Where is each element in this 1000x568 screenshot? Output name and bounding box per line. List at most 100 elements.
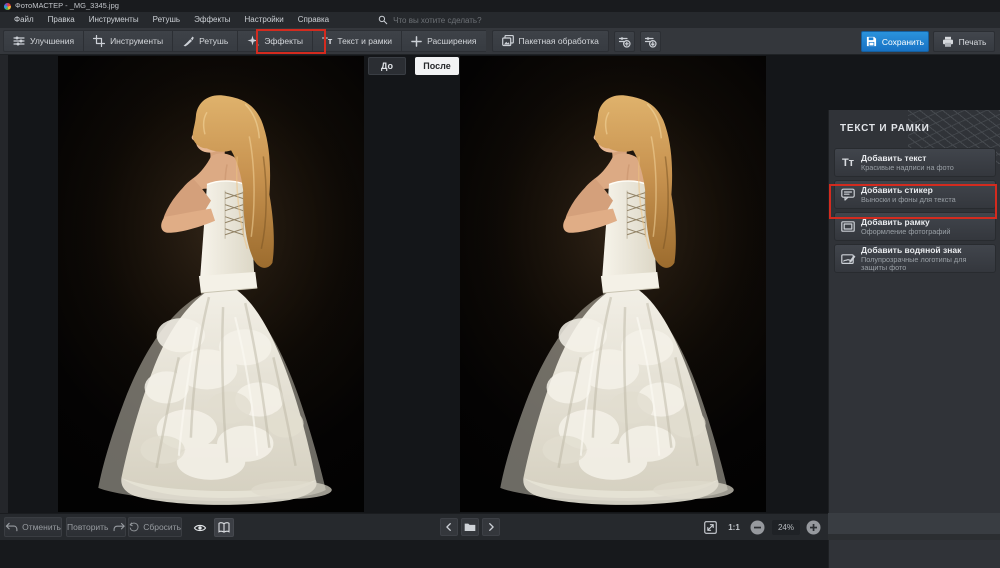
tab-label: Инструменты bbox=[110, 36, 163, 46]
fit-screen-icon bbox=[704, 521, 717, 534]
option-subtitle: Красивые надписи на фото bbox=[861, 164, 954, 172]
tab-batch-processing[interactable]: Пакетная обработка bbox=[492, 30, 609, 52]
option-subtitle: Оформление фотографий bbox=[861, 228, 950, 236]
folder-icon bbox=[464, 522, 476, 532]
canvas-edge bbox=[0, 55, 8, 513]
tab-label: Текст и рамки bbox=[337, 36, 392, 46]
batch-icon bbox=[502, 35, 514, 47]
wand-icon bbox=[247, 35, 259, 47]
photo-before[interactable] bbox=[58, 56, 364, 512]
chevron-left-icon bbox=[444, 522, 454, 532]
option-title: Добавить водяной знак bbox=[861, 246, 993, 255]
compare-pages-icon bbox=[218, 522, 230, 534]
redo-label: Повторить bbox=[67, 522, 109, 532]
app-logo-icon bbox=[4, 3, 11, 10]
tab-label: Улучшения bbox=[30, 36, 74, 46]
plus-icon bbox=[806, 520, 821, 535]
chevron-right-icon bbox=[486, 522, 496, 532]
option-add-text[interactable]: Tт Добавить текст Красивые надписи на фо… bbox=[834, 148, 996, 177]
panel-footer bbox=[828, 513, 1000, 540]
watermark-icon bbox=[835, 252, 861, 266]
panel-footer-edge bbox=[828, 534, 1000, 540]
option-title: Добавить стикер bbox=[861, 186, 956, 195]
panel-options: Tт Добавить текст Красивые надписи на фо… bbox=[834, 148, 996, 276]
menu-effects[interactable]: Эффекты bbox=[187, 12, 237, 28]
option-subtitle: Выноски и фоны для текста bbox=[861, 196, 956, 204]
bride-photo-illustration bbox=[58, 56, 364, 512]
sliders-icon bbox=[13, 35, 25, 47]
search-icon bbox=[378, 15, 388, 25]
toolbar: Улучшения Инструменты Ретушь Эффекты Tт … bbox=[0, 28, 1000, 55]
option-add-frame[interactable]: Добавить рамку Оформление фотографий bbox=[834, 212, 996, 241]
print-label: Печать bbox=[959, 37, 987, 47]
titlebar: ФотоМАСТЕР - _MG_3345.jpg bbox=[0, 0, 1000, 12]
sticker-icon bbox=[835, 188, 861, 201]
option-title: Добавить рамку bbox=[861, 218, 950, 227]
menu-settings[interactable]: Настройки bbox=[237, 12, 290, 28]
undo-label: Отменить bbox=[22, 522, 61, 532]
before-button[interactable]: До bbox=[368, 57, 406, 75]
tab-label: Эффекты bbox=[264, 36, 303, 46]
menubar: Файл Правка Инструменты Ретушь Эффекты Н… bbox=[0, 12, 1000, 28]
undo-button[interactable]: Отменить bbox=[4, 517, 62, 537]
plus-icon bbox=[411, 36, 422, 47]
menu-edit[interactable]: Правка bbox=[41, 12, 82, 28]
minus-icon bbox=[750, 520, 765, 535]
save-button[interactable]: Сохранить bbox=[861, 31, 929, 52]
zoom-level: 24% bbox=[772, 520, 800, 535]
preset-add-button[interactable] bbox=[614, 31, 635, 52]
canvas-area: До После ТЕКСТ И РАМКИ Tт Добавить текст… bbox=[0, 55, 1000, 513]
before-after-toggle: До После bbox=[368, 57, 459, 75]
tab-label: Пакетная обработка bbox=[519, 36, 599, 46]
reset-icon bbox=[129, 521, 139, 533]
menu-file[interactable]: Файл bbox=[7, 12, 41, 28]
panel-title: ТЕКСТ И РАМКИ bbox=[829, 110, 1000, 134]
photo-after[interactable] bbox=[460, 56, 766, 512]
preset-export-button[interactable] bbox=[640, 31, 661, 52]
crop-icon bbox=[93, 35, 105, 47]
search-box[interactable]: Что вы хотите сделать? bbox=[378, 15, 481, 25]
open-folder-button[interactable] bbox=[461, 518, 479, 536]
text-tool-icon: Tт bbox=[322, 36, 332, 47]
app-window: ФотоМАСТЕР - _MG_3345.jpg Файл Правка Ин… bbox=[0, 0, 1000, 540]
zoom-out-button[interactable] bbox=[750, 520, 765, 535]
show-original-button[interactable] bbox=[190, 518, 210, 537]
option-subtitle: Полупрозрачные логотипы для защиты фото bbox=[861, 256, 993, 272]
text-frames-panel: ТЕКСТ И РАМКИ Tт Добавить текст Красивые… bbox=[828, 110, 1000, 568]
bride-photo-illustration bbox=[460, 56, 766, 512]
redo-button[interactable]: Повторить bbox=[66, 517, 126, 537]
reset-button[interactable]: Сбросить bbox=[128, 517, 182, 537]
tab-label: Расширения bbox=[427, 36, 476, 46]
tab-label: Ретушь bbox=[199, 36, 228, 46]
compare-view-button[interactable] bbox=[214, 518, 234, 537]
prev-photo-button[interactable] bbox=[440, 518, 458, 536]
tab-enhancements[interactable]: Улучшения bbox=[3, 30, 83, 52]
frame-icon bbox=[835, 220, 861, 233]
tab-tools[interactable]: Инструменты bbox=[83, 30, 172, 52]
print-button[interactable]: Печать bbox=[933, 31, 995, 52]
tab-extensions[interactable]: Расширения bbox=[401, 30, 485, 52]
next-photo-button[interactable] bbox=[482, 518, 500, 536]
save-icon bbox=[866, 36, 877, 47]
fit-screen-button[interactable] bbox=[701, 518, 719, 537]
menu-retouch[interactable]: Ретушь bbox=[146, 12, 188, 28]
option-add-sticker[interactable]: Добавить стикер Выноски и фоны для текст… bbox=[834, 180, 996, 209]
tab-text-frames[interactable]: Tт Текст и рамки bbox=[312, 30, 401, 52]
add-text-icon: Tт bbox=[835, 157, 861, 169]
zoom-in-button[interactable] bbox=[806, 520, 821, 535]
reset-label: Сбросить bbox=[143, 522, 181, 532]
actual-size-button[interactable]: 1:1 bbox=[724, 520, 744, 535]
eye-icon bbox=[193, 522, 207, 534]
menu-tools[interactable]: Инструменты bbox=[82, 12, 146, 28]
option-add-watermark[interactable]: Добавить водяной знак Полупрозрачные лог… bbox=[834, 244, 996, 273]
search-placeholder: Что вы хотите сделать? bbox=[393, 16, 481, 25]
after-button[interactable]: После bbox=[415, 57, 459, 75]
preset-add-icon bbox=[618, 35, 631, 48]
save-label: Сохранить bbox=[882, 37, 924, 47]
menu-help[interactable]: Справка bbox=[291, 12, 336, 28]
tab-retouch[interactable]: Ретушь bbox=[172, 30, 237, 52]
redo-icon bbox=[113, 522, 126, 533]
tab-effects[interactable]: Эффекты bbox=[237, 30, 312, 52]
preset-export-icon bbox=[644, 35, 657, 48]
print-icon bbox=[942, 36, 954, 48]
